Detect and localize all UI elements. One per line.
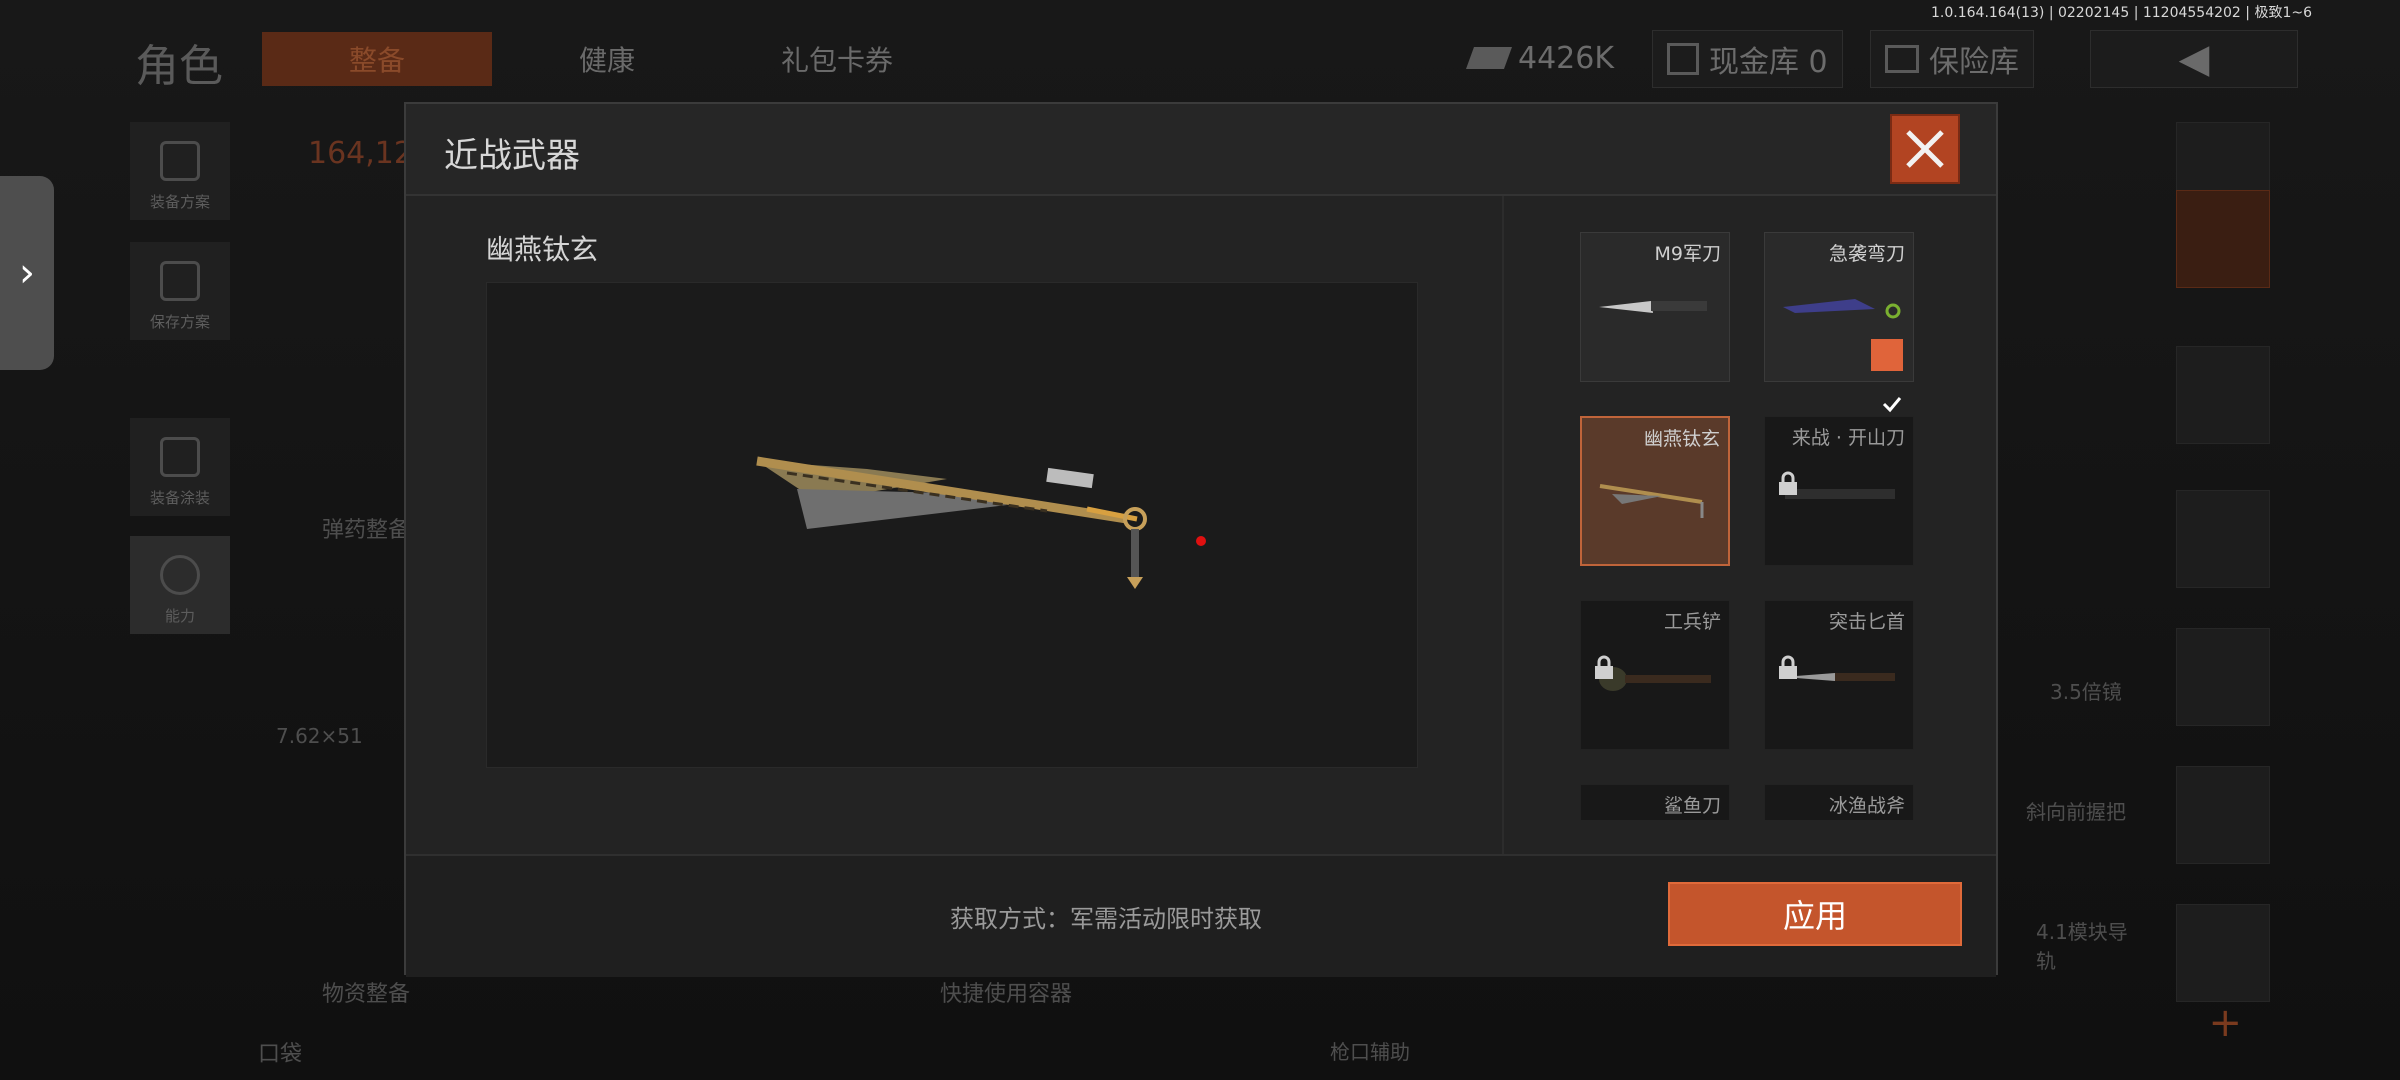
save-plan-label: 保存方案 (149, 313, 210, 331)
currency-display: 4426K (1456, 30, 1628, 86)
equipped-check-icon (1871, 339, 1903, 413)
weapon-card-karambit[interactable]: 急袭弯刀 (1764, 232, 1914, 413)
weapon-card-label: 突击匕首 (1828, 611, 1905, 633)
muzzle-label: 枪口辅助 (1330, 1040, 1410, 1064)
scope-label: 3.5倍镜 (2050, 680, 2122, 704)
weapon-card-machete[interactable]: 来战 · 开山刀 (1764, 416, 1914, 566)
helmet-icon (160, 437, 200, 477)
weapon-preview[interactable] (486, 282, 1418, 768)
expand-drawer-button[interactable]: › (0, 176, 54, 370)
panel-divider (1502, 196, 1504, 856)
close-button[interactable] (1890, 114, 1960, 184)
side-slot-2[interactable] (2176, 190, 2270, 288)
melee-weapon-dialog: 近战武器 幽燕钛玄 M9军刀 急袭弯刀 幽燕钛玄 来战 · 开山刀 工兵铲 突击… (404, 102, 1998, 977)
ability-button[interactable]: 能力 (130, 536, 230, 634)
skin-label: 装备涂装 (149, 489, 210, 507)
weapon-card-shark-knife[interactable]: 鲨鱼刀 (1580, 784, 1730, 820)
lock-icon (1595, 655, 1613, 679)
weapon-model-image (756, 456, 1206, 589)
ability-label: 能力 (164, 607, 195, 625)
melee-weapon-list[interactable]: M9军刀 急袭弯刀 幽燕钛玄 来战 · 开山刀 工兵铲 突击匕首 鲨鱼刀 冰渔战… (1580, 232, 1948, 820)
weapon-card-youyan[interactable]: 幽燕钛玄 (1580, 416, 1730, 566)
side-slot-5[interactable] (2176, 628, 2270, 726)
score-value: 164,12 (308, 136, 413, 171)
add-slot-icon[interactable]: + (2208, 1000, 2242, 1046)
tab-health[interactable]: 健康 (492, 32, 722, 86)
side-slot-7[interactable] (2176, 904, 2270, 1002)
back-arrow-icon: ◀ (2178, 36, 2210, 82)
cash-vault-button[interactable]: 现金库 0 (1652, 30, 1843, 88)
weapon-card-label: 鲨鱼刀 (1663, 795, 1721, 817)
skin-button[interactable]: 装备涂装 (130, 418, 230, 516)
close-icon (1906, 130, 1944, 168)
insurance-vault-button[interactable]: 保险库 (1870, 30, 2034, 88)
ammo-loadout-label: 弹药整备 (322, 518, 411, 543)
lock-icon (1779, 655, 1797, 679)
supplies-label: 物资整备 (322, 982, 411, 1007)
side-slot-4[interactable] (2176, 490, 2270, 588)
currency-value: 4426K (1518, 40, 1615, 76)
weapon-card-label: 来战 · 开山刀 (1791, 427, 1905, 449)
save-plan-button[interactable]: 保存方案 (130, 242, 230, 340)
lock-icon (1779, 471, 1797, 495)
tab-loadout[interactable]: 整备 (262, 32, 492, 86)
page-title: 角色 (135, 41, 223, 92)
weapon-card-label: 工兵铲 (1663, 611, 1721, 633)
download-icon (160, 261, 200, 301)
sword-icon (1599, 484, 1704, 518)
acquire-method-text: 获取方式：军需活动限时获取 (950, 905, 1262, 933)
side-slot-6[interactable] (2176, 766, 2270, 864)
dialog-title: 近战武器 (444, 136, 580, 176)
rail-label: 4.1模块导轨 (2036, 920, 2128, 973)
ability-icon (160, 555, 200, 595)
quick-container-label: 快捷使用容器 (940, 982, 1073, 1007)
version-info: 1.0.164.164(13) | 02202145 | 11204554202… (1931, 5, 2312, 21)
tab-gift-coupons[interactable]: 礼包卡券 (722, 32, 952, 86)
ammo-caliber: 7.62×51 (276, 724, 363, 748)
vault-icon (1667, 43, 1699, 75)
weapon-card-m9[interactable]: M9军刀 (1580, 232, 1730, 382)
weapon-card-label: 冰渔战斧 (1828, 795, 1905, 817)
karambit-icon (1783, 299, 1901, 319)
pocket-label: 口袋 (258, 1042, 303, 1067)
insurance-icon (1885, 45, 1919, 73)
weapon-card-label: M9军刀 (1654, 243, 1721, 265)
knife-icon (1599, 301, 1707, 313)
chevron-right-icon: › (19, 250, 35, 296)
weapon-card-label: 急袭弯刀 (1828, 243, 1905, 265)
currency-icon (1465, 47, 1513, 69)
weapon-card-ice-axe[interactable]: 冰渔战斧 (1764, 784, 1914, 820)
weapon-card-dagger[interactable]: 突击匕首 (1764, 600, 1914, 750)
focus-dot (1196, 536, 1206, 546)
weapon-card-label: 幽燕钛玄 (1643, 428, 1720, 450)
side-slot-3[interactable] (2176, 346, 2270, 444)
weapon-card-shovel[interactable]: 工兵铲 (1580, 600, 1730, 750)
back-button[interactable]: ◀ (2090, 30, 2298, 88)
insurance-label: 保险库 (1929, 45, 2019, 80)
loadout-plan-label: 装备方案 (149, 193, 210, 211)
loadout-plan-button[interactable]: 装备方案 (130, 122, 230, 220)
cash-vault-label: 现金库 0 (1709, 45, 1828, 80)
vest-icon (160, 141, 200, 181)
selected-weapon-name: 幽燕钛玄 (486, 233, 599, 266)
apply-button[interactable]: 应用 (1668, 882, 1962, 946)
grip-label: 斜向前握把 (2026, 800, 2126, 824)
dialog-header: 近战武器 (406, 104, 1996, 196)
